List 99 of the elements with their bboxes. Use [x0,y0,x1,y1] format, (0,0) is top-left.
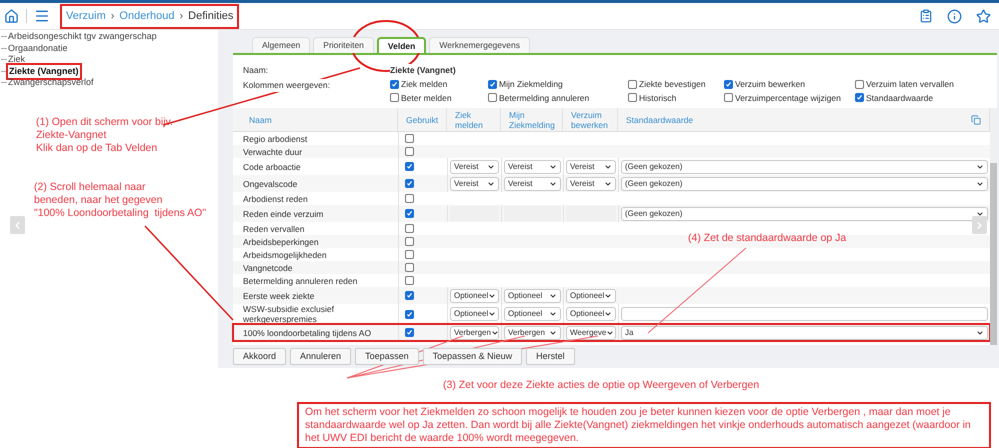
checkbox[interactable] [405,250,414,260]
field-name: Reden vervallen [243,224,304,234]
tree-item[interactable]: Arbeidsongeschikt tgv zwangerschap [8,30,157,44]
select-dropdown[interactable]: Optioneel [450,307,499,322]
annotation-text: (4) Zet de standaardwaarde op Ja [688,232,846,245]
select-dropdown[interactable]: Optioneel [566,288,616,303]
checkbox[interactable] [390,93,399,102]
copy-icon[interactable] [971,114,981,125]
checkbox[interactable] [488,93,497,102]
tree-item[interactable]: Orgaandonatie [8,42,68,55]
select-dropdown[interactable]: Vereist [566,176,616,191]
checkbox[interactable] [405,310,414,319]
select-dropdown[interactable]: Verbergen [450,326,499,340]
checkbox[interactable] [405,194,414,204]
field-name: Ongevalscode [243,178,298,189]
checkbox-label: Verzuim bewerken [735,78,805,90]
clipboard-icon[interactable] [919,9,933,23]
checkbox[interactable] [405,263,414,272]
checkbox[interactable] [390,80,399,89]
tree-item[interactable]: Zwangerschapsverlof [8,76,94,90]
select-dropdown[interactable]: Vereist [504,176,561,191]
field-name: Verwachte duur [243,146,302,157]
select-dropdown[interactable]: Optioneel [450,288,499,303]
action-button[interactable]: Toepassen [355,348,419,365]
select-dropdown[interactable]: Optioneel [504,307,561,322]
field-value: Ziekte (Vangnet) [390,64,456,77]
tab[interactable]: Werknemergegevens [429,37,530,53]
action-button[interactable]: Akkoord [233,348,286,365]
select-dropdown[interactable]: Optioneel [504,288,561,303]
checkbox-label: Historisch [639,92,676,104]
checkbox[interactable] [628,93,637,102]
field-name: WSW-subsidie exclusief werkgeverspremies [243,304,334,324]
select-dropdown[interactable]: (Geen gekozen) [621,176,988,191]
field-name: 100% loondoorbetaling tijdens AO [243,328,372,338]
annotation-note: Om het scherm voor het Ziekmelden zo schoon mogelijk te houden zou je beter kunnen kiezen voor de optie Verbergen , maar dan moet je standaardwaarde wel op Ja zetten. Dan wordt bij alle Ziekte(Vangnet) ziekmeldingen het vinkje onderhouds automatisch aangezet (waardoor in het UWV EDI bericht de waarde 100% wordt meegegeven. [297,402,991,448]
tree-item[interactable]: Ziekte (Vangnet) [8,64,80,78]
checkbox[interactable] [628,80,637,89]
select-dropdown[interactable]: Vereist [566,160,616,174]
field-name: Betermelding annuleren reden [243,276,358,286]
scrollbar[interactable] [990,108,997,345]
select-dropdown[interactable]: (Geen gekozen) [621,160,988,174]
checkbox-label: Standaardwaarde [866,92,934,104]
select-dropdown[interactable]: Ja [621,326,988,340]
checkbox[interactable] [405,147,414,156]
text-field[interactable] [621,307,988,322]
checkbox[interactable] [405,179,414,188]
select-dropdown[interactable]: Weergeve [566,326,616,340]
tab[interactable]: Prioriteiten [313,37,374,53]
menu-icon[interactable] [34,8,50,24]
select-dropdown[interactable]: Vereist [450,176,499,191]
field-name: Eerste week ziekte [243,290,314,301]
field-name: Regio arbodienst [243,134,308,144]
field-label: Kolommen weergeven: [243,78,330,92]
info-icon[interactable] [947,8,962,24]
action-button[interactable]: Annuleren [290,348,352,365]
checkbox[interactable] [488,80,497,89]
checkbox[interactable] [405,134,414,144]
star-icon[interactable] [976,8,991,24]
field-name: Vangnetcode [243,262,292,273]
action-button[interactable]: Toepassen & Nieuw [422,348,522,365]
select-dropdown[interactable]: Vereist [450,160,499,174]
field-name: Arbeidsmogelijkheden [243,250,327,260]
checkbox[interactable] [405,224,414,234]
select-dropdown[interactable]: Optioneel [566,307,616,322]
checkbox[interactable] [405,209,414,218]
tree-item[interactable]: Ziek [8,53,26,66]
checkbox-label: Ziekte bevestigen [639,78,706,90]
checkbox[interactable] [855,80,864,89]
checkbox[interactable] [405,291,414,300]
checkbox-label: Verzuim laten vervallen [866,78,954,90]
checkbox[interactable] [405,328,414,338]
checkbox[interactable] [405,237,414,246]
field-name: Arbodienst reden [243,194,308,204]
breadcrumb-current: Definities [188,8,234,24]
checkbox-label: Mijn Ziekmelding [499,78,563,90]
action-button[interactable]: Herstel [526,348,575,365]
field-name: Reden einde verzuim [243,208,324,219]
home-icon[interactable] [4,8,19,24]
annotation-text: (2) Scroll helemaal naar beneden, naar het gegeven "100% Loondoorbetaling tijdens AO" [34,181,206,220]
checkbox-label: Beter melden [401,92,452,104]
checkbox[interactable] [405,276,414,286]
checkbox[interactable] [724,80,733,89]
select-dropdown[interactable]: Verbergen [504,326,561,340]
select-dropdown[interactable]: (Geen gekozen) [621,206,988,221]
tab[interactable]: Algemeen [252,37,310,53]
select-dropdown[interactable]: Vereist [504,160,561,174]
checkbox[interactable] [724,93,733,102]
checkbox[interactable] [405,162,414,172]
field-name: Arbeidsbeperkingen [243,236,319,247]
checkbox-label: Ziek melden [401,78,448,90]
tab[interactable]: Velden [376,37,426,53]
breadcrumb-separator: › [110,8,114,24]
breadcrumb-separator: › [179,8,184,24]
checkbox-label: Betermelding annuleren [499,92,590,104]
checkbox[interactable] [855,93,864,102]
checkbox-label: Verzuimpercentage wijzigen [735,92,841,104]
annotation-text: (3) Zet voor deze Ziekte acties de optie op Weergeven of Verbergen [443,379,760,392]
field-label: Naam: [243,64,270,77]
field-name: Code arboactie [243,162,301,172]
